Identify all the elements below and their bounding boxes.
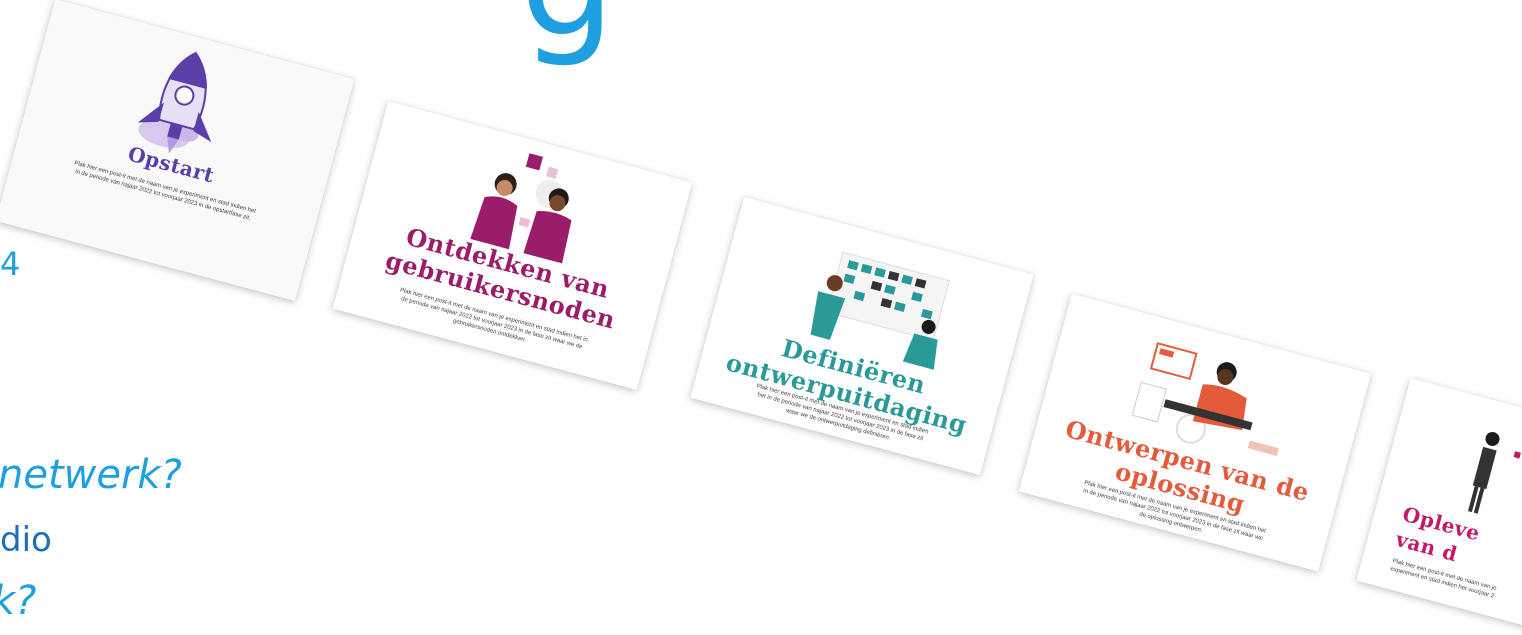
left-text-fragment-4: k? (0, 578, 37, 624)
phase-card-ontdekken: Ontdekken van gebruikersnoden Plak hier … (332, 100, 693, 391)
phase-card-ontwerpen: Ontwerpen van de oplossing Plak hier een… (1018, 293, 1372, 572)
phase-card-opleveren: Opleve van d Plak hier een post-it met d… (1356, 377, 1522, 633)
slide-canvas: g 4 netwerk? dio k? Opstart Plak hier ee… (0, 0, 1522, 635)
left-text-fragment-2: netwerk? (0, 452, 182, 498)
phase-card-opstart: Opstart Plak hier een post-it met de naa… (0, 0, 355, 302)
left-text-fragment-3: dio (0, 520, 52, 560)
left-text-fragment-1: 4 (0, 245, 21, 283)
heading-fragment: g (520, 0, 615, 58)
phase-card-definieren: Definiëren ontwerpuitdaging Plak hier ee… (690, 196, 1034, 476)
